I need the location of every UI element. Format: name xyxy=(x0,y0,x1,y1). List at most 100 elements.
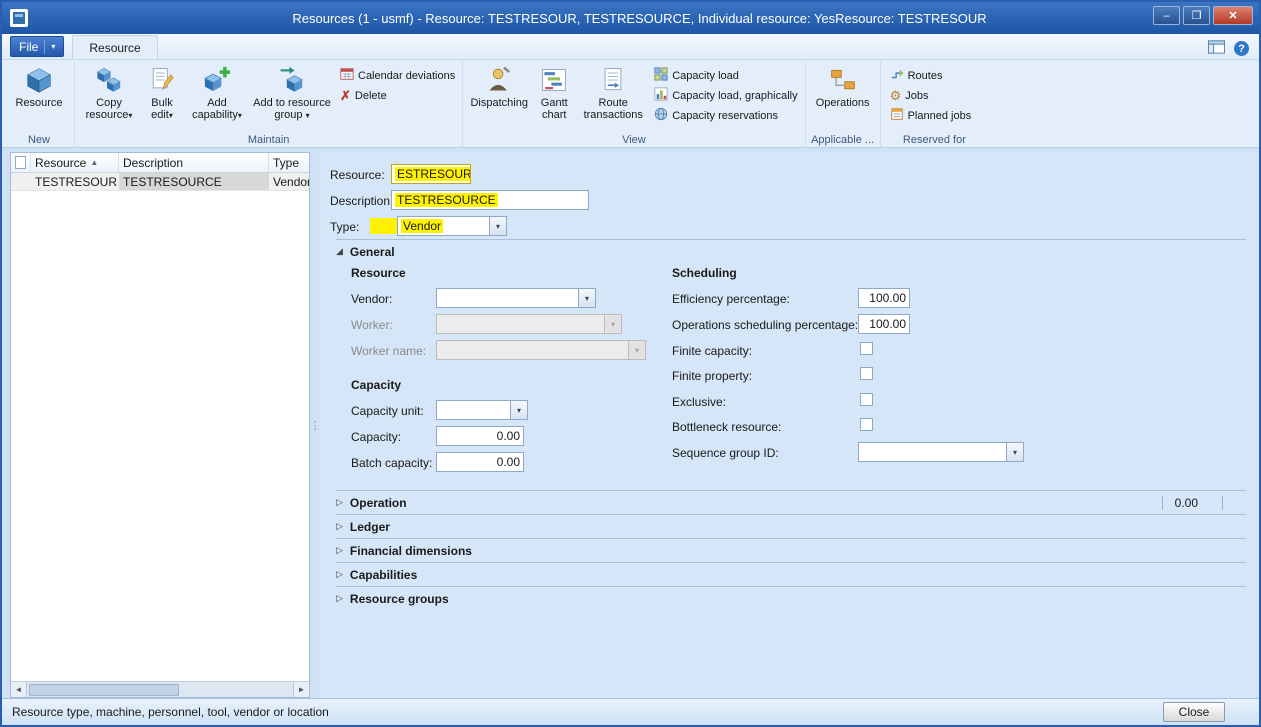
type-field-label: Type: xyxy=(330,220,359,234)
layout-icon[interactable] xyxy=(1208,40,1225,57)
maximize-button[interactable]: ❐ xyxy=(1183,6,1210,25)
collapsed-triangle-icon: ▷ xyxy=(336,545,343,556)
exclusive-checkbox[interactable] xyxy=(860,393,873,406)
col-type-label: Type xyxy=(273,156,299,170)
capacity-load-graphically-button[interactable]: Capacity load, graphically xyxy=(654,88,797,103)
batch-capacity-input[interactable]: 0.00 xyxy=(436,452,524,472)
fasttab-resource-groups[interactable]: ▷ Resource groups xyxy=(336,586,1246,610)
col-description-label: Description xyxy=(123,156,183,170)
window-title: Resources (1 - usmf) - Resource: TESTRES… xyxy=(28,11,1251,26)
add-to-resource-group-caret-icon: ▾ xyxy=(306,111,310,120)
group-label-applicable: Applicable ... xyxy=(806,134,880,146)
delete-button[interactable]: ✗ Delete xyxy=(340,88,455,103)
planned-jobs-icon xyxy=(890,107,904,124)
type-combo-dropdown-button[interactable]: ▾ xyxy=(489,217,506,235)
file-menu-button[interactable]: File ▾ xyxy=(10,36,64,57)
capacity-input[interactable]: 0.00 xyxy=(436,426,524,446)
fasttab-ledger[interactable]: ▷ Ledger xyxy=(336,514,1246,538)
planned-jobs-button[interactable]: Planned jobs xyxy=(890,108,972,123)
capacity-reservations-label: Capacity reservations xyxy=(672,110,778,122)
capacity-unit-combo[interactable]: ▾ xyxy=(436,400,528,420)
group-label-view: View xyxy=(463,134,804,146)
calendar-deviations-button[interactable]: Calendar deviations xyxy=(340,68,455,83)
collapsed-triangle-icon: ▷ xyxy=(336,569,343,580)
exclusive-label: Exclusive: xyxy=(672,395,726,409)
capacity-unit-dropdown-button[interactable]: ▾ xyxy=(510,401,527,419)
sequence-group-dropdown-button[interactable]: ▾ xyxy=(1006,443,1023,461)
scroll-thumb[interactable] xyxy=(29,684,179,696)
efficiency-input[interactable]: 100.00 xyxy=(858,288,910,308)
route-transactions-button[interactable]: Route transactions xyxy=(577,63,649,124)
grid-header: Resource ▲ Description Type xyxy=(11,153,309,173)
ops-scheduling-input[interactable]: 100.00 xyxy=(858,314,910,334)
capacity-load-button[interactable]: Capacity load xyxy=(654,68,797,83)
general-title: General xyxy=(350,245,395,259)
worker-combo: ▾ xyxy=(436,314,622,334)
jobs-label: Jobs xyxy=(905,90,928,102)
sequence-group-combo-value xyxy=(859,443,1006,461)
app-window: Resources (1 - usmf) - Resource: TESTRES… xyxy=(0,0,1261,727)
col-resource[interactable]: Resource ▲ xyxy=(31,153,119,172)
row-selector-cell xyxy=(11,173,31,190)
bulk-edit-button[interactable]: Bulk edit▾ xyxy=(139,63,185,124)
help-icon[interactable]: ? xyxy=(1234,41,1249,56)
finite-property-label: Finite property: xyxy=(672,369,752,383)
grid-hscrollbar[interactable]: ◄ ► xyxy=(11,681,309,697)
grid-empty-area xyxy=(11,191,309,681)
select-all-cell xyxy=(11,153,31,172)
col-type[interactable]: Type xyxy=(269,153,309,172)
fasttab-general[interactable]: ◢ General xyxy=(336,239,1246,263)
add-capability-label: Add capability xyxy=(192,97,238,121)
vendor-combo-dropdown-button[interactable]: ▾ xyxy=(578,289,595,307)
grid-row[interactable]: TESTRESOUR TESTRESOURCE Vendor xyxy=(11,173,309,191)
ribbon-group-new: Resource New xyxy=(4,61,75,147)
col-description[interactable]: Description xyxy=(119,153,269,172)
copy-resource-button[interactable]: Copy resource▾ xyxy=(79,63,139,124)
fasttab-operation[interactable]: ▷ Operation 0.00 xyxy=(336,490,1246,514)
vendor-combo[interactable]: ▾ xyxy=(436,288,596,308)
operations-button[interactable]: Operations xyxy=(810,63,876,111)
finite-property-checkbox[interactable] xyxy=(860,367,873,380)
routes-button[interactable]: Routes xyxy=(890,68,972,83)
dispatching-button[interactable]: Dispatching xyxy=(467,63,531,111)
add-capability-button[interactable]: Add capability▾ xyxy=(185,63,249,124)
fasttab-capabilities[interactable]: ▷ Capabilities xyxy=(336,562,1246,586)
description-field-input[interactable]: TESTRESOURCE xyxy=(391,190,589,210)
resource-button[interactable]: Resource xyxy=(8,63,70,111)
close-form-button[interactable]: Close xyxy=(1163,702,1225,722)
scroll-left-button[interactable]: ◄ xyxy=(11,682,27,697)
scroll-right-button[interactable]: ► xyxy=(293,682,309,697)
resource-cube-icon xyxy=(25,65,53,95)
select-all-checkbox[interactable] xyxy=(15,156,26,169)
file-menu-label: File xyxy=(19,40,38,54)
collapsed-triangle-icon: ▷ xyxy=(336,497,343,508)
subheading-scheduling: Scheduling xyxy=(672,266,737,280)
finite-capacity-checkbox[interactable] xyxy=(860,342,873,355)
ledger-title: Ledger xyxy=(350,520,390,534)
operation-value: 0.00 xyxy=(1175,496,1198,510)
type-field-combo[interactable]: Vendor ▾ xyxy=(397,216,507,236)
calendar-deviations-label: Calendar deviations xyxy=(358,70,455,82)
group-label-maintain: Maintain xyxy=(75,134,462,146)
ribbon-group-view: Dispatching Gantt chart Route transactio… xyxy=(463,61,805,147)
fasttab-financial-dimensions[interactable]: ▷ Financial dimensions xyxy=(336,538,1246,562)
collapsed-triangle-icon: ▷ xyxy=(336,521,343,532)
resource-field-input[interactable]: ESTRESOUR xyxy=(391,164,471,184)
ribbon-group-maintain: Copy resource▾ Bulk edit▾ Add capability… xyxy=(75,61,463,147)
capacity-reservations-button[interactable]: Capacity reservations xyxy=(654,108,797,123)
minimize-button[interactable]: – xyxy=(1153,6,1180,25)
tab-resource[interactable]: Resource xyxy=(72,35,157,59)
resource-field-value: ESTRESOUR xyxy=(395,167,471,181)
panel-splitter[interactable]: ⋮ xyxy=(310,152,320,698)
add-to-resource-group-button[interactable]: Add to resource group ▾ xyxy=(249,63,335,124)
close-window-button[interactable]: ✕ xyxy=(1213,6,1253,25)
jobs-button[interactable]: ⚙ Jobs xyxy=(890,88,972,103)
worker-name-combo-dropdown-button: ▾ xyxy=(628,341,645,359)
add-to-resource-group-label: Add to resource group xyxy=(253,97,331,121)
description-field-value: TESTRESOURCE xyxy=(395,193,498,207)
sequence-group-combo[interactable]: ▾ xyxy=(858,442,1024,462)
bottleneck-checkbox[interactable] xyxy=(860,418,873,431)
capacity-load-icon xyxy=(654,67,668,84)
route-transactions-label: Route transactions xyxy=(578,97,648,122)
gantt-chart-button[interactable]: Gantt chart xyxy=(531,63,577,124)
